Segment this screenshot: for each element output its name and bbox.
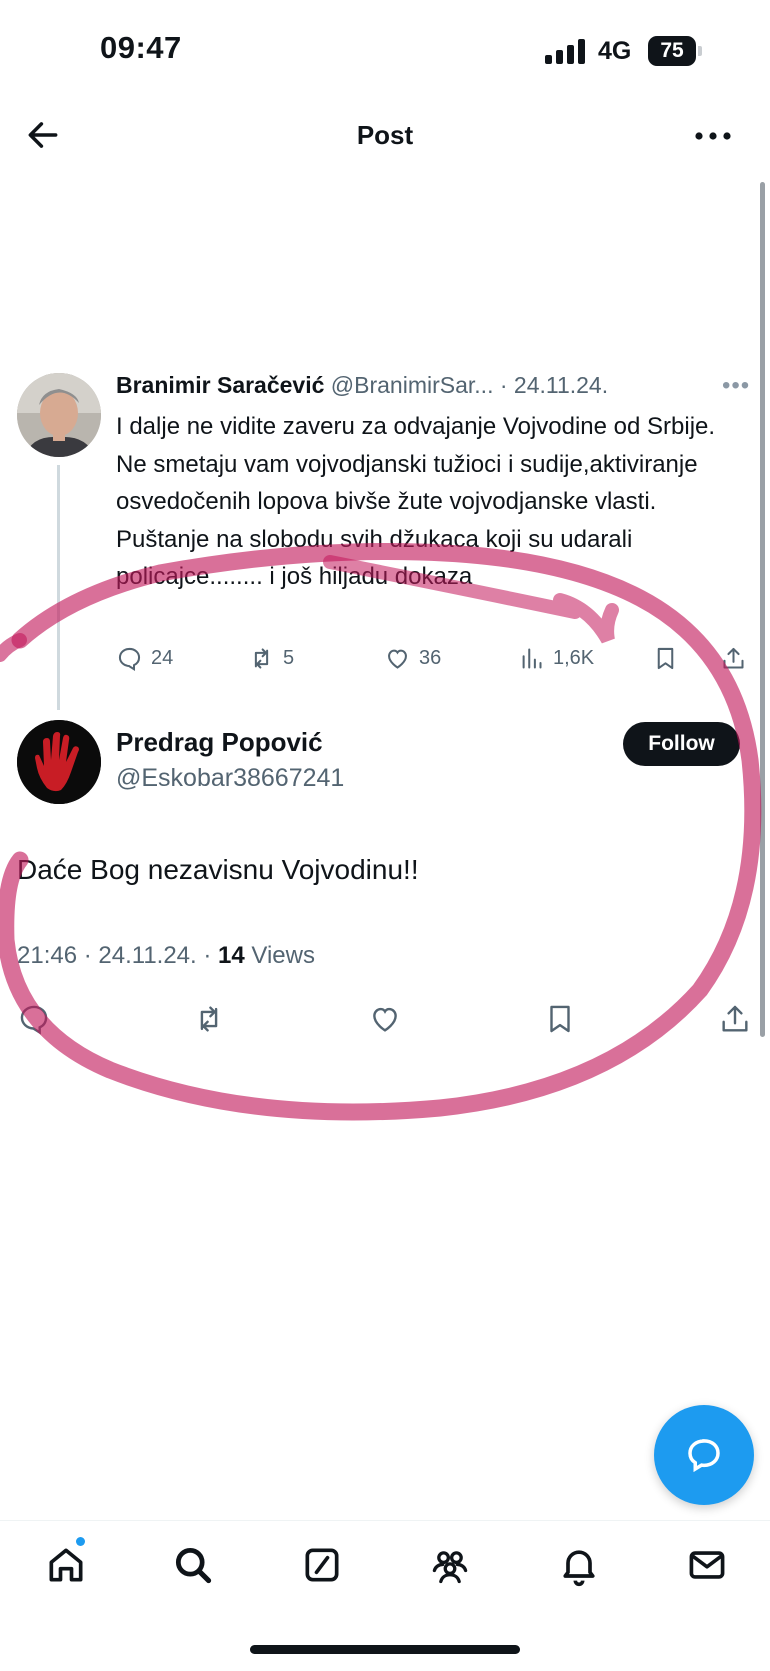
bookmark-button[interactable] [652, 642, 679, 674]
follow-button[interactable]: Follow [623, 722, 740, 766]
bookmark-icon [657, 647, 674, 669]
thread-line [57, 465, 60, 710]
page-title: Post [356, 120, 414, 150]
author-handle-date[interactable]: @BranimirSar... · 24.11.24. [331, 372, 608, 398]
notifications-icon[interactable] [557, 1543, 601, 1587]
tweet-more-icon[interactable]: ••• [722, 372, 750, 400]
views-icon [522, 647, 542, 669]
views-count: 1,6K [553, 646, 595, 669]
quoted-tweet-header: Branimir Saračević @BranimirSar... · 24.… [116, 372, 716, 399]
views-count[interactable]: 14 [218, 942, 245, 969]
more-options-icon[interactable] [693, 118, 733, 154]
share-icon [723, 647, 744, 669]
battery-icon: 75 [648, 36, 696, 66]
status-time: 09:47 [100, 30, 182, 65]
home-icon[interactable] [44, 1543, 88, 1587]
bookmark-icon[interactable] [543, 1002, 577, 1036]
views-button[interactable]: 1,6K [518, 642, 594, 674]
home-indicator[interactable] [250, 1645, 520, 1654]
compose-reply-button[interactable] [654, 1405, 754, 1505]
author-name[interactable]: Predrag Popović [116, 727, 323, 758]
author-name[interactable]: Branimir Saračević [116, 372, 324, 398]
reply-icon[interactable] [17, 1002, 51, 1036]
chat-bubble-icon [688, 1439, 720, 1473]
share-button[interactable] [720, 642, 747, 674]
scrollbar[interactable] [760, 182, 765, 1037]
tweet-text: Daće Bog nezavisnu Vojvodinu!! [17, 854, 419, 885]
tweet-timestamp: 21:46 · 24.11.24. · [17, 942, 219, 969]
repost-icon[interactable] [192, 1002, 226, 1036]
heart-icon[interactable] [368, 1002, 402, 1036]
repost-icon [254, 647, 269, 669]
reply-button[interactable]: 24 [116, 642, 173, 674]
like-count: 36 [419, 646, 442, 669]
red-hand-icon [17, 720, 101, 804]
hand-drawn-circle-annotation [0, 542, 762, 1121]
like-button[interactable]: 36 [384, 642, 441, 674]
avatar[interactable] [17, 720, 101, 804]
signal-icon [545, 38, 587, 64]
battery-tip [698, 46, 702, 56]
grok-icon[interactable] [300, 1543, 344, 1587]
author-handle[interactable]: @Eskobar38667241 [116, 764, 344, 793]
avatar[interactable] [17, 373, 101, 457]
repost-count: 5 [283, 646, 295, 669]
tweet-text: I dalje ne vidite zaveru za odvajanje Vo… [116, 413, 716, 590]
views-label: Views [244, 942, 315, 969]
network-type: 4G [598, 37, 632, 65]
tweet-meta: 21:46 · 24.11.24. · 14 Views [17, 942, 315, 970]
reply-count: 24 [151, 646, 174, 669]
repost-button[interactable]: 5 [248, 642, 294, 674]
communities-icon[interactable] [428, 1543, 472, 1587]
messages-icon[interactable] [685, 1543, 729, 1587]
search-icon[interactable] [171, 1543, 215, 1587]
heart-icon [388, 649, 407, 669]
share-icon[interactable] [718, 1002, 752, 1036]
reply-icon [118, 647, 141, 671]
nav-divider [0, 1520, 770, 1521]
